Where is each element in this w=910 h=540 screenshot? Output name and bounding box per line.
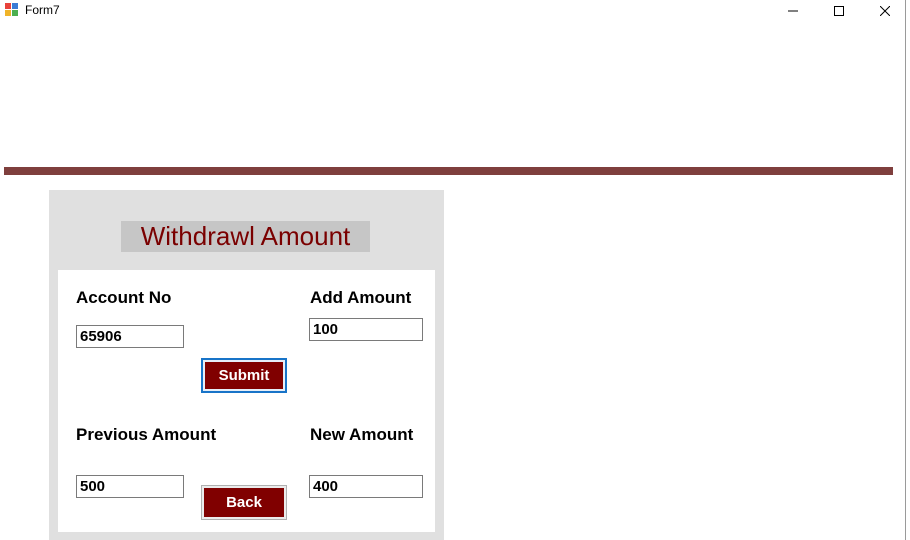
- app-icon-part: [12, 10, 18, 16]
- account-no-label: Account No: [76, 288, 172, 307]
- minimize-button[interactable]: [770, 0, 816, 22]
- app-icon-part: [5, 10, 11, 16]
- back-button[interactable]: Back: [204, 488, 284, 517]
- app-icon-part: [12, 3, 18, 9]
- new-amount-input[interactable]: [309, 475, 423, 498]
- app-icon[interactable]: [5, 3, 19, 17]
- maximize-button[interactable]: [816, 0, 862, 22]
- back-button-frame[interactable]: Back: [201, 485, 287, 520]
- add-amount-input[interactable]: [309, 318, 423, 341]
- window-title: Form7: [25, 3, 60, 17]
- new-amount-label: New Amount: [310, 425, 414, 444]
- maximize-icon: [834, 6, 844, 16]
- app-icon-part: [5, 3, 11, 9]
- submit-button[interactable]: Submit: [205, 362, 283, 389]
- window-border: [905, 0, 906, 540]
- submit-button-frame[interactable]: Submit: [201, 358, 287, 393]
- previous-amount-input[interactable]: [76, 475, 184, 498]
- title-bar[interactable]: Form7: [0, 0, 910, 22]
- close-button[interactable]: [862, 0, 908, 22]
- divider-bar: [4, 167, 893, 175]
- account-no-input[interactable]: [76, 325, 184, 348]
- add-amount-label: Add Amount: [310, 288, 412, 307]
- previous-amount-label: Previous Amount: [76, 425, 217, 444]
- minimize-icon: [788, 10, 798, 12]
- form-heading: Withdrawl Amount: [121, 221, 370, 252]
- close-icon: [880, 6, 890, 16]
